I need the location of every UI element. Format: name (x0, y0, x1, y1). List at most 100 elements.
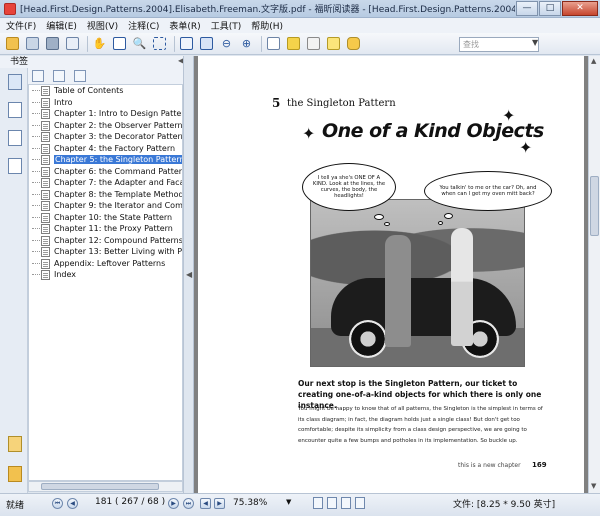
page-number-input[interactable]: 181 (95, 497, 112, 507)
new-bookmark-icon[interactable] (53, 70, 65, 82)
fit-width-icon[interactable] (198, 35, 215, 52)
toolbar-separator (174, 35, 175, 52)
attachments-panel-icon[interactable] (8, 158, 22, 174)
first-page-icon[interactable]: ⏮ (52, 498, 63, 509)
zoom-in-icon[interactable]: ⊕ (238, 35, 255, 52)
menu-edit[interactable]: 编辑(E) (46, 19, 77, 32)
typewriter-icon[interactable] (265, 35, 282, 52)
document-size: 文件: [8.25 * 9.50 英寸] (453, 500, 556, 510)
hand-tool-icon[interactable]: ✋ (91, 35, 108, 52)
zoom-select[interactable]: 75.38% (230, 496, 290, 510)
single-page-view-icon[interactable] (313, 497, 323, 509)
note-icon[interactable] (325, 35, 342, 52)
splitter-arrow-icon[interactable]: ◀ (186, 270, 192, 279)
comments-panel-icon[interactable] (8, 436, 22, 452)
bookmark-page-icon (41, 155, 50, 165)
scroll-up-icon[interactable]: ▲ (591, 57, 596, 65)
zoom-out-icon[interactable]: ⊖ (218, 35, 235, 52)
document-viewport: 5 the Singleton Pattern ✦ ✦ ✦ One of a K… (194, 56, 588, 493)
bookmark-item[interactable]: Chapter 6: the Command Pattern (29, 166, 182, 178)
bookmark-page-icon (41, 189, 50, 200)
attachment-clip-icon[interactable] (8, 466, 22, 482)
pages-panel-icon[interactable] (8, 102, 22, 118)
bookmark-item[interactable]: Chapter 12: Compound Patterns (29, 235, 182, 247)
scrollbar-thumb[interactable] (41, 483, 159, 490)
bookmark-item[interactable]: Chapter 13: Better Living with Patter (29, 246, 182, 258)
continuous-facing-view-icon[interactable] (355, 497, 365, 509)
bookmark-item[interactable]: Chapter 4: the Factory Pattern (29, 143, 182, 155)
menu-help[interactable]: 帮助(H) (251, 19, 283, 32)
forward-icon[interactable]: ▶ (214, 498, 225, 509)
highlight-icon[interactable] (285, 35, 302, 52)
status-ready: 就绪 (6, 501, 25, 511)
bookmark-page-icon (41, 224, 50, 234)
bookmark-item[interactable]: Chapter 3: the Decorator Pattern (29, 131, 182, 143)
bookmarks-panel-icon[interactable] (8, 74, 22, 90)
bookmark-item[interactable]: Appendix: Leftover Patterns (29, 258, 182, 270)
next-page-icon[interactable]: ▶ (168, 498, 179, 509)
fit-page-icon[interactable] (178, 35, 195, 52)
bookmark-item[interactable]: Chapter 9: the Iterator and Composit (29, 200, 182, 212)
bookmark-toolbar (28, 68, 189, 84)
thought-bubble-right: You talkin' to me or the car? Oh, and wh… (424, 171, 552, 211)
search-dropdown-icon[interactable]: ▼ (532, 38, 538, 47)
scrollbar-thumb[interactable] (590, 176, 599, 236)
sparkle-icon: ✦ (302, 124, 316, 143)
bookmark-item[interactable]: Chapter 8: the Template Method Pat (29, 189, 182, 201)
minimize-button[interactable]: — (516, 0, 538, 16)
bookmark-label: Chapter 13: Better Living with Patter (54, 247, 182, 256)
chapter-photo (310, 199, 525, 367)
bookmark-options-icon[interactable] (74, 70, 86, 82)
scroll-down-icon[interactable]: ▼ (591, 482, 596, 490)
bookmark-label: Chapter 8: the Template Method Pat (54, 189, 183, 199)
tree-connector (32, 90, 40, 91)
previous-page-icon[interactable]: ◀ (67, 498, 78, 509)
bookmark-page-icon (41, 235, 50, 246)
panel-rail (0, 68, 28, 493)
bookmark-label: Chapter 11: the Proxy Pattern (54, 224, 173, 233)
select-text-icon[interactable] (111, 35, 128, 52)
menu-file[interactable]: 文件(F) (6, 19, 36, 32)
bookmark-item[interactable]: Chapter 11: the Proxy Pattern (29, 223, 182, 235)
search-input[interactable]: 查找 (459, 37, 539, 52)
tree-connector (32, 136, 40, 137)
zoom-dropdown-icon[interactable]: ▼ (286, 498, 291, 506)
menu-comment[interactable]: 注释(C) (128, 19, 159, 32)
save-icon[interactable] (24, 35, 41, 52)
bookmark-item[interactable]: Index (29, 269, 182, 281)
menu-tools[interactable]: 工具(T) (211, 19, 242, 32)
tree-connector (32, 216, 40, 218)
bookmark-item[interactable]: Chapter 10: the State Pattern (29, 212, 182, 224)
close-button[interactable]: ✕ (562, 0, 598, 16)
menu-view[interactable]: 视图(V) (87, 19, 118, 32)
bookmark-item[interactable]: Intro (29, 97, 182, 109)
back-icon[interactable]: ◀ (200, 498, 211, 509)
man-figure (385, 235, 411, 347)
underline-icon[interactable] (305, 35, 322, 52)
bookmark-item[interactable]: Chapter 5: the Singleton Pattern (29, 154, 182, 166)
print-icon[interactable] (44, 35, 61, 52)
bookmark-item[interactable]: Chapter 1: Intro to Design Patterns (29, 108, 182, 120)
facing-view-icon[interactable] (341, 497, 351, 509)
bookmark-label: Chapter 7: the Adapter and Facade P (54, 178, 182, 187)
snapshot-icon[interactable] (151, 35, 168, 52)
comment-icon[interactable] (345, 35, 362, 52)
bookmark-item[interactable]: Chapter 7: the Adapter and Facade P (29, 177, 182, 189)
bookmark-item[interactable]: Table of Contents (29, 85, 182, 97)
maximize-button[interactable]: □ (539, 0, 561, 16)
menu-form[interactable]: 表单(R) (169, 19, 200, 32)
tree-connector (32, 124, 40, 126)
layers-panel-icon[interactable] (8, 130, 22, 146)
open-icon[interactable] (4, 35, 21, 52)
tree-connector (32, 147, 40, 149)
email-icon[interactable] (64, 35, 81, 52)
document-vertical-scrollbar[interactable]: ▲ ▼ (588, 56, 600, 493)
bookmark-horizontal-scrollbar[interactable] (28, 481, 183, 492)
delete-bookmark-icon[interactable] (32, 70, 44, 82)
bookmark-item[interactable]: Chapter 2: the Observer Pattern (29, 120, 182, 132)
zoom-in-tool-icon[interactable]: 🔍 (131, 35, 148, 52)
bookmark-tree: Table of Contents Intro Chapter 1: Intro t… (28, 84, 183, 481)
continuous-view-icon[interactable] (327, 497, 337, 509)
bookmark-label: Chapter 6: the Command Pattern (54, 166, 183, 176)
last-page-icon[interactable]: ⏭ (183, 498, 194, 509)
